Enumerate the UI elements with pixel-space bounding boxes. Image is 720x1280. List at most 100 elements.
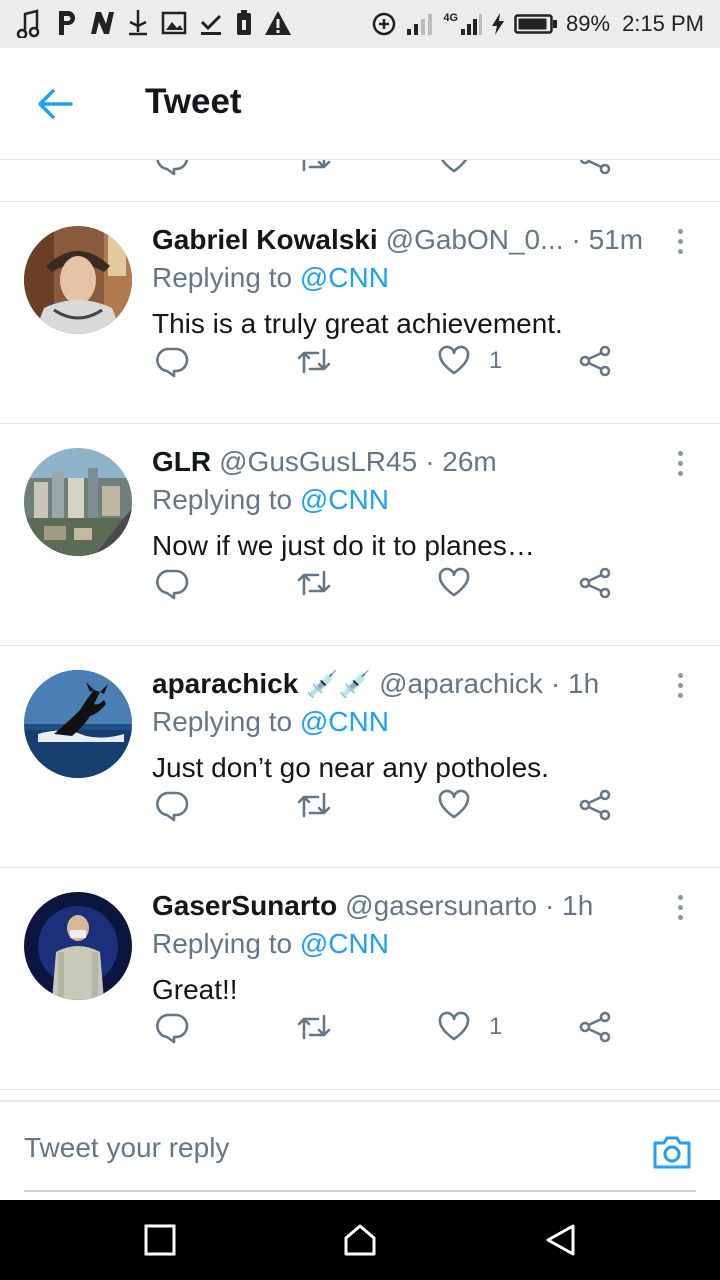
- tweet-actions: [0, 788, 720, 824]
- replying-to: Replying to @CNN: [152, 928, 389, 960]
- reply-icon: [156, 791, 189, 822]
- reply-button[interactable]: [156, 788, 190, 822]
- author-name[interactable]: GaserSunarto: [152, 890, 337, 922]
- replying-to: Replying to @CNN: [152, 484, 389, 516]
- mention-link[interactable]: @CNN: [300, 706, 389, 737]
- author-handle[interactable]: @GusGusLR45: [219, 446, 417, 478]
- share-button[interactable]: [578, 788, 612, 822]
- status-bar: 4G 89% 2:15 PM: [0, 0, 720, 48]
- back-nav-button[interactable]: [540, 1220, 580, 1260]
- network-type: 4G: [443, 12, 459, 24]
- reply-icon: [156, 569, 189, 600]
- charging-bolt-icon: [490, 11, 506, 37]
- reply-button[interactable]: [156, 160, 190, 176]
- heart-icon: [438, 345, 470, 375]
- tweet-text: This is a truly great achievement.: [152, 308, 563, 339]
- tweet-actions: 1: [0, 1010, 720, 1046]
- more-options-icon[interactable]: [668, 226, 692, 256]
- mention-link[interactable]: @CNN: [300, 484, 389, 515]
- tweet-time: · 26m: [425, 446, 497, 477]
- tweet-actions: 1: [0, 344, 720, 380]
- reply-button[interactable]: [156, 1010, 190, 1044]
- p-app-icon: [56, 8, 78, 38]
- replying-to-label: Replying to: [152, 706, 293, 737]
- share-button[interactable]: [578, 566, 612, 600]
- tweet-header: GLR @GusGusLR45 · 26m: [152, 444, 497, 480]
- image-icon: [160, 8, 188, 38]
- battery-percent: 89%: [566, 11, 611, 36]
- more-options-icon[interactable]: [668, 892, 692, 922]
- back-triangle-icon: [546, 1224, 575, 1256]
- previous-tweet-actions: [0, 160, 720, 202]
- retweet-button[interactable]: [296, 1010, 332, 1044]
- replying-to: Replying to @CNN: [152, 706, 389, 738]
- tweet-text: Just don’t go near any potholes.: [152, 752, 549, 783]
- system-nav-bar: [0, 1200, 720, 1280]
- like-button[interactable]: [437, 788, 489, 822]
- share-button[interactable]: [578, 1010, 612, 1044]
- retweet-button[interactable]: [296, 344, 332, 378]
- avatar[interactable]: [24, 892, 132, 1000]
- author-handle[interactable]: @aparachick: [379, 668, 543, 700]
- retweet-icon: [297, 1014, 331, 1040]
- tweet-header: Gabriel Kowalski @GabON_0... · 51m: [152, 222, 643, 258]
- home-button[interactable]: [340, 1220, 380, 1260]
- tweet[interactable]: Gabriel Kowalski @GabON_0... · 51m Reply…: [0, 202, 720, 424]
- reply-icon: [156, 1013, 189, 1044]
- like-button[interactable]: 1: [437, 344, 502, 378]
- recents-square-icon: [144, 1224, 176, 1256]
- share-icon: [579, 567, 611, 599]
- replying-to-label: Replying to: [152, 928, 293, 959]
- retweet-icon: [297, 348, 331, 374]
- data-saver-icon: [371, 11, 397, 37]
- back-button[interactable]: [30, 82, 80, 126]
- share-icon: [579, 1011, 611, 1043]
- signal-icon: [405, 11, 435, 37]
- retweet-icon: [302, 160, 331, 172]
- n-app-icon: [88, 8, 116, 38]
- tweet-time: · 51m: [571, 224, 644, 255]
- mention-link[interactable]: @CNN: [300, 262, 389, 293]
- author-name[interactable]: Gabriel Kowalski: [152, 224, 378, 256]
- more-options-icon[interactable]: [668, 670, 692, 700]
- author-handle[interactable]: @GabON_0...: [386, 224, 564, 256]
- usb-icon: [126, 8, 150, 38]
- tweet[interactable]: aparachick 💉💉 @aparachick · 1h Replying …: [0, 646, 720, 868]
- reply-input[interactable]: [24, 1132, 604, 1164]
- replying-to-label: Replying to: [152, 484, 293, 515]
- retweet-button[interactable]: [296, 160, 332, 176]
- avatar[interactable]: [24, 448, 132, 556]
- tweet-header: GaserSunarto @gasersunarto · 1h: [152, 888, 593, 924]
- reply-button[interactable]: [156, 566, 190, 600]
- avatar[interactable]: [24, 670, 132, 778]
- more-options-icon[interactable]: [668, 448, 692, 478]
- download-done-icon: [198, 8, 224, 38]
- tweet[interactable]: GaserSunarto @gasersunarto · 1h Replying…: [0, 868, 720, 1090]
- camera-button[interactable]: [650, 1130, 694, 1174]
- heart-icon: [438, 567, 470, 597]
- network-4g-icon: 4G: [443, 11, 483, 37]
- reply-button[interactable]: [156, 344, 190, 378]
- retweet-button[interactable]: [296, 566, 332, 600]
- author-handle[interactable]: @gasersunarto: [345, 890, 537, 922]
- share-button[interactable]: [578, 344, 612, 378]
- replying-to: Replying to @CNN: [152, 262, 389, 294]
- like-button[interactable]: 1: [437, 1010, 502, 1044]
- tweet[interactable]: GLR @GusGusLR45 · 26m Replying to @CNN N…: [0, 424, 720, 646]
- share-button[interactable]: [578, 160, 612, 176]
- author-name[interactable]: GLR: [152, 446, 211, 478]
- app-header: Tweet: [0, 48, 720, 160]
- retweet-button[interactable]: [296, 788, 332, 822]
- like-button[interactable]: [437, 566, 489, 600]
- tweet-header: aparachick 💉💉 @aparachick · 1h: [152, 666, 599, 702]
- status-bar-notification-icons: [16, 8, 292, 38]
- recents-button[interactable]: [140, 1220, 180, 1260]
- avatar[interactable]: [24, 226, 132, 334]
- mention-link[interactable]: @CNN: [300, 928, 389, 959]
- author-name[interactable]: aparachick: [152, 668, 298, 700]
- tweet-text: Now if we just do it to planes…: [152, 530, 535, 561]
- like-button[interactable]: [437, 160, 471, 176]
- share-icon: [579, 160, 611, 175]
- reply-composer: [0, 1100, 720, 1200]
- home-icon: [344, 1224, 376, 1256]
